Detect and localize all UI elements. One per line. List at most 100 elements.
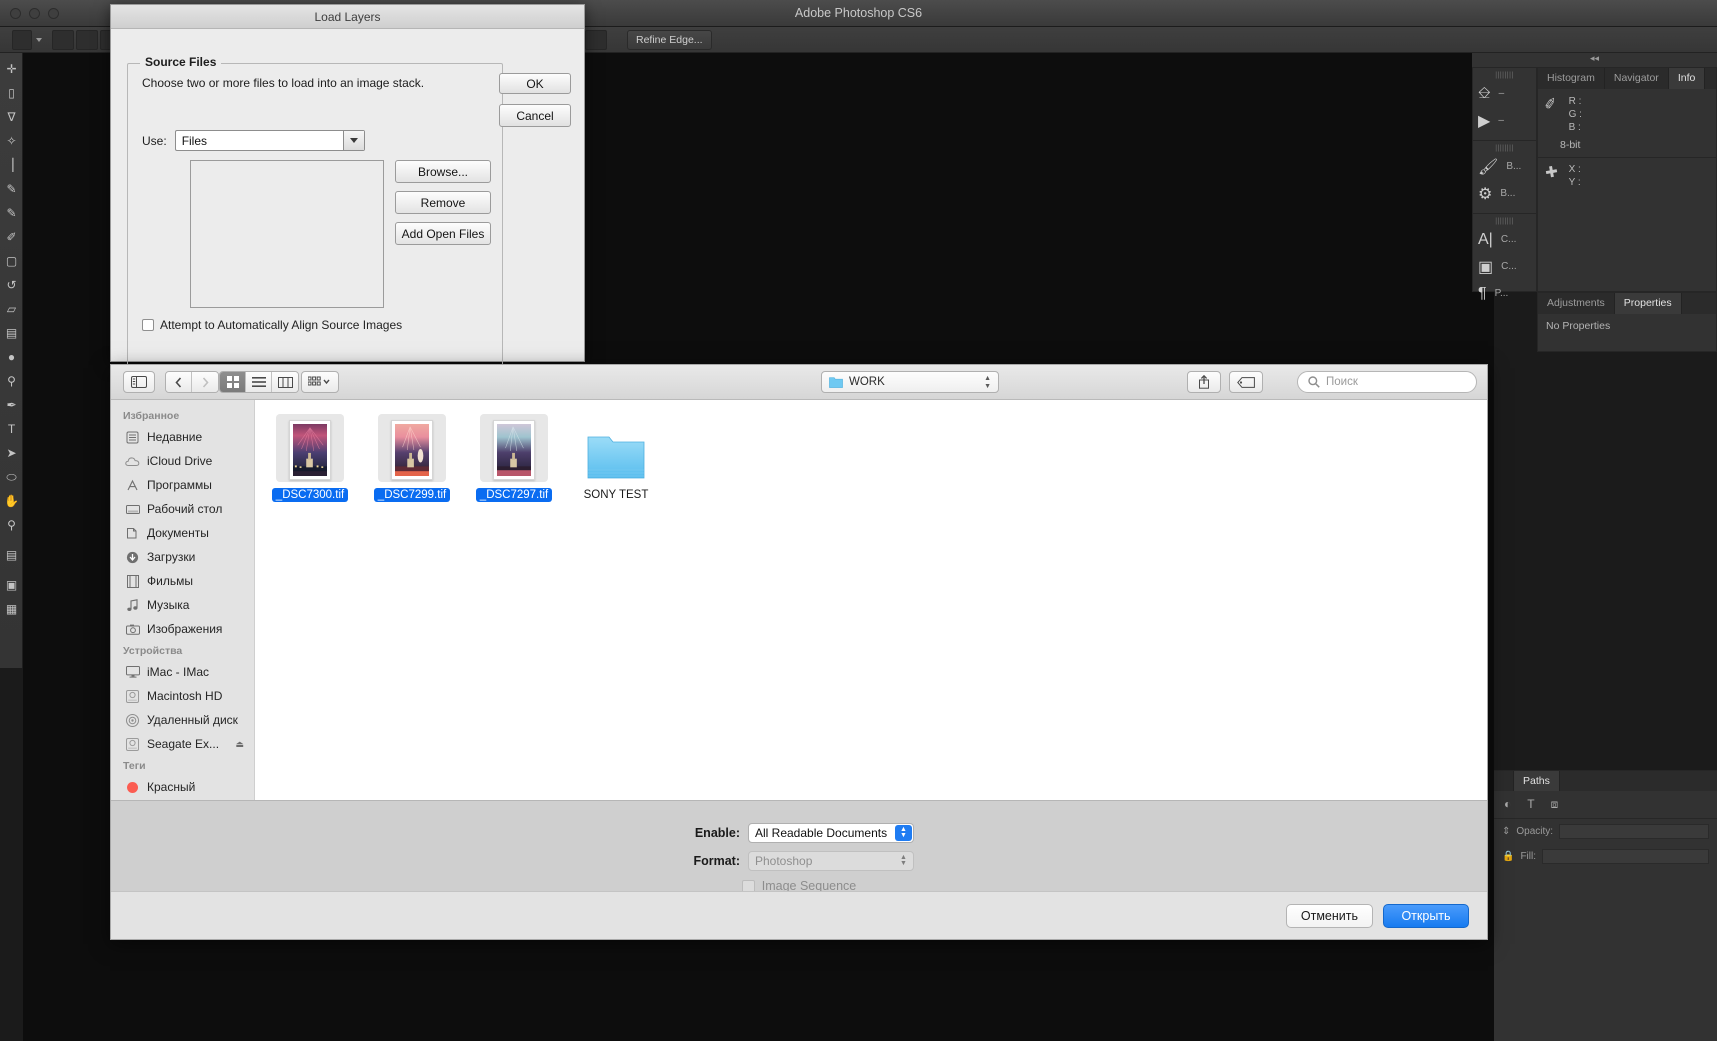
tool-crop[interactable]: ⎟ [0, 153, 23, 177]
dock-item-history[interactable]: ⎒ – [1473, 80, 1536, 107]
tool-brush[interactable]: ✐ [0, 225, 23, 249]
add-selection-icon[interactable] [76, 30, 98, 50]
tab-paths[interactable]: Paths [1514, 771, 1560, 791]
folder-name-label[interactable]: SONY TEST [580, 488, 653, 502]
file-item[interactable]: _DSC7297.tif [471, 414, 557, 502]
open-button[interactable]: Открыть [1383, 903, 1469, 928]
column-view-icon[interactable] [272, 372, 298, 392]
chevron-down-icon[interactable] [342, 131, 364, 150]
opacity-field-row[interactable]: ⇕ Opacity: [1494, 819, 1717, 844]
new-selection-icon[interactable] [52, 30, 74, 50]
quick-mask-toggle[interactable]: ▣ [0, 573, 23, 597]
tab-histogram[interactable]: Histogram [1538, 68, 1605, 89]
tool-pen[interactable]: ✒ [0, 393, 23, 417]
info-panel-tabs[interactable]: Histogram Navigator Info [1538, 68, 1716, 89]
tab-info[interactable]: Info [1668, 68, 1706, 89]
dock-item-brush[interactable]: 🖌 B... [1473, 153, 1536, 180]
search-field[interactable]: Поиск [1297, 371, 1477, 393]
sidebar-item-red-tag[interactable]: Красный [111, 775, 254, 799]
refine-edge-button[interactable]: Refine Edge... [627, 30, 712, 50]
sidebar-item-pictures[interactable]: Изображения [111, 617, 254, 641]
tool-history-brush[interactable]: ↺ [0, 273, 23, 297]
sidebar-item-imac[interactable]: iMac - IMac [111, 660, 254, 684]
nav-buttons[interactable] [165, 371, 219, 393]
arrange-icon[interactable] [301, 371, 339, 393]
file-name-label[interactable]: _DSC7300.tif [271, 488, 349, 502]
use-dropdown[interactable]: Files [174, 130, 365, 151]
tool-blur[interactable]: ● [0, 345, 23, 369]
tool-ellipse[interactable]: ⬭ [0, 465, 23, 489]
eject-icon[interactable]: ⏏ [235, 739, 244, 750]
style-field[interactable] [585, 30, 607, 50]
file-item[interactable]: _DSC7300.tif [267, 414, 353, 502]
stepper-icon[interactable]: ⇕ [1502, 826, 1510, 837]
tool-rectangular-marquee[interactable]: ▯ [0, 81, 23, 105]
tools-panel[interactable]: ✛ ▯ ∇ ✧ ⎟ ✎ ✎ ✐ ▢ ↺ ▱ ▤ ● ⚲ ✒ T ➤ ⬭ ✋ ⚲ … [0, 53, 23, 668]
browse-button[interactable]: Browse... [395, 160, 491, 183]
sidebar-item-recents[interactable]: Недавние [111, 425, 254, 449]
cancel-button[interactable]: Отменить [1285, 903, 1373, 928]
tool-hand[interactable]: ✋ [0, 489, 23, 513]
tool-move[interactable]: ✛ [0, 57, 23, 81]
file-grid[interactable]: _DSC7300.tif _DSC7299.tif _DSC7297.tif S… [255, 400, 1487, 800]
lock-icon[interactable]: 🔒 [1502, 851, 1514, 862]
dock-grip-icon[interactable]: |||||||| [1473, 217, 1536, 226]
sidebar-item-applications[interactable]: Программы [111, 473, 254, 497]
cancel-button[interactable]: Cancel [499, 104, 571, 127]
sidebar-item-macintosh-hd[interactable]: Macintosh HD [111, 684, 254, 708]
path-popup-button[interactable]: WORK ▲ ▼ [821, 371, 999, 393]
dock-item-clone-source[interactable]: ▣ C... [1473, 253, 1536, 280]
tool-path-selection[interactable]: ➤ [0, 441, 23, 465]
dock-grip-icon[interactable]: |||||||| [1473, 71, 1536, 80]
dock-item-paragraph[interactable]: ¶ P... [1473, 280, 1536, 307]
tool-zoom[interactable]: ⚲ [0, 513, 23, 537]
dock-item-brush-presets[interactable]: ⚙ B... [1473, 180, 1536, 207]
file-name-label[interactable]: _DSC7299.tif [373, 488, 451, 502]
finder-sidebar[interactable]: Избранное Недавние iCloud Drive Программ… [111, 400, 255, 800]
tab-properties[interactable]: Properties [1614, 293, 1682, 314]
file-item[interactable]: _DSC7299.tif [369, 414, 455, 502]
tool-quick-selection[interactable]: ✧ [0, 129, 23, 153]
tool-spot-healing[interactable]: ✎ [0, 201, 23, 225]
sidebar-item-music[interactable]: Музыка [111, 593, 254, 617]
tool-clone-stamp[interactable]: ▢ [0, 249, 23, 273]
remove-button[interactable]: Remove [395, 191, 491, 214]
path-bounds-icon[interactable]: ⧈ [1551, 797, 1559, 812]
dock-collapse-button[interactable]: ◂◂ [1472, 53, 1717, 67]
view-mode-buttons[interactable] [219, 371, 299, 393]
preset-chevron-icon[interactable] [36, 38, 42, 42]
folder-item[interactable]: SONY TEST [573, 414, 659, 502]
sidebar-item-remote-disc[interactable]: Удаленный диск [111, 708, 254, 732]
ok-button[interactable]: OK [499, 73, 571, 94]
enable-dropdown[interactable]: All Readable Documents ▲ ▼ [748, 823, 914, 843]
paths-panel-tabs[interactable]: Paths [1494, 771, 1717, 791]
auto-align-checkbox[interactable] [142, 319, 154, 331]
fill-path-icon[interactable]: ◐ [1504, 797, 1511, 812]
tab-adjustments[interactable]: Adjustments [1538, 293, 1615, 314]
tool-gradient[interactable]: ▤ [0, 321, 23, 345]
file-name-label[interactable]: _DSC7297.tif [475, 488, 553, 502]
sidebar-item-icloud-drive[interactable]: iCloud Drive [111, 449, 254, 473]
foreground-background-color-swatch[interactable]: ▤ [0, 543, 23, 567]
sidebar-item-documents[interactable]: Документы [111, 521, 254, 545]
fill-input[interactable] [1542, 849, 1709, 864]
back-button[interactable] [166, 372, 192, 392]
fill-field-row[interactable]: 🔒 Fill: [1494, 844, 1717, 869]
sidebar-toggle-icon[interactable] [123, 371, 155, 393]
forward-button[interactable] [192, 372, 218, 392]
dock-item-actions[interactable]: ▶ – [1473, 107, 1536, 134]
icon-view-icon[interactable] [220, 372, 246, 392]
screen-mode-toggle[interactable]: ▦ [0, 597, 23, 621]
sidebar-item-seagate[interactable]: Seagate Ex... ⏏ [111, 732, 254, 756]
source-files-list[interactable] [190, 160, 384, 308]
sidebar-item-movies[interactable]: Фильмы [111, 569, 254, 593]
tool-lasso[interactable]: ∇ [0, 105, 23, 129]
dock-grip-icon[interactable]: |||||||| [1473, 144, 1536, 153]
path-stepper-icon[interactable]: ▲ ▼ [984, 375, 991, 390]
auto-align-row[interactable]: Attempt to Automatically Align Source Im… [142, 318, 402, 332]
chevron-updown-icon[interactable]: ▲ ▼ [895, 825, 912, 841]
marquee-preset-icon[interactable] [12, 30, 32, 50]
tool-type[interactable]: T [0, 417, 23, 441]
paths-toolbar[interactable]: ◐ T ⧈ [1494, 791, 1717, 819]
tool-eyedropper[interactable]: ✎ [0, 177, 23, 201]
